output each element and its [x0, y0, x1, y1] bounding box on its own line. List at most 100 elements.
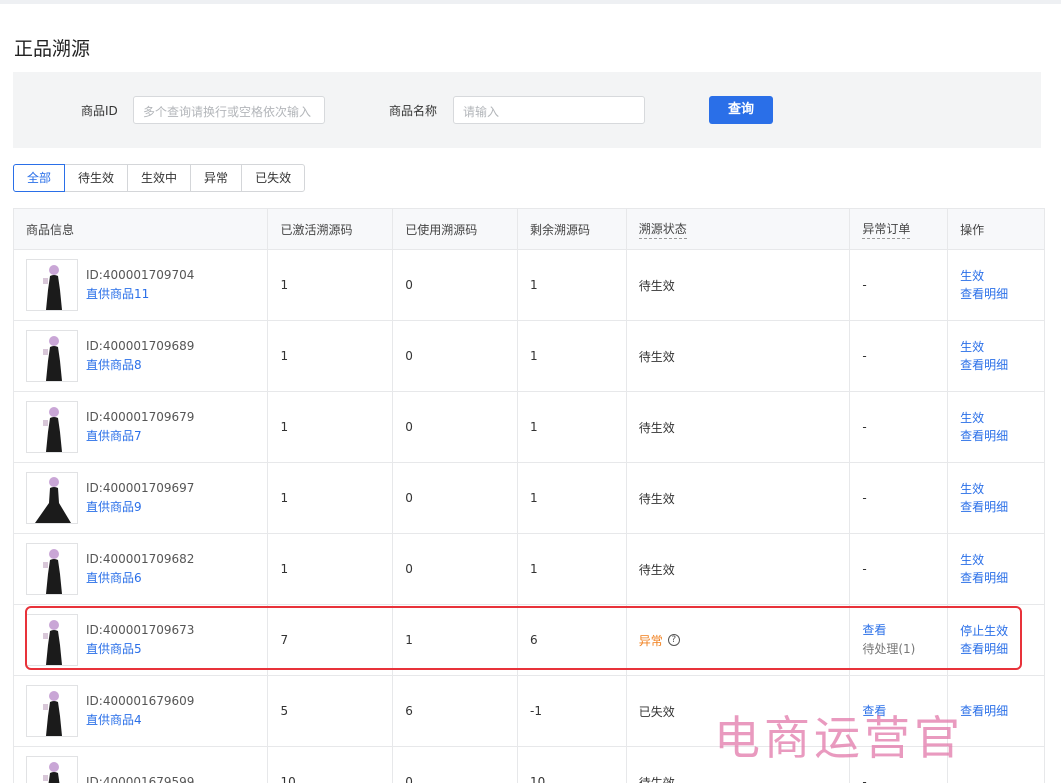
view-details-link[interactable]: 查看明细 — [960, 702, 1008, 720]
view-details-link[interactable]: 查看明细 — [960, 285, 1008, 303]
product-image — [26, 259, 78, 311]
activated-count: 1 — [268, 534, 394, 604]
filter-panel: 商品ID 多个查询请换行或空格依次输入 商品名称 请输入 查询 — [13, 72, 1041, 148]
product-image — [26, 756, 78, 783]
product-id: ID:400001709704 — [86, 268, 195, 282]
help-icon[interactable]: ? — [667, 634, 680, 646]
status-tabs: 全部 待生效 生效中 异常 已失效 — [13, 164, 306, 192]
activated-count: 1 — [268, 463, 394, 533]
tab-active[interactable]: 生效中 — [127, 164, 192, 192]
product-id: ID:400001709682 — [86, 552, 195, 566]
activated-count: 1 — [268, 321, 394, 391]
col-status-label: 溯源状态 — [638, 220, 687, 239]
product-id: ID:400001679599 — [86, 775, 195, 783]
used-count: 0 — [393, 747, 518, 783]
used-count: 0 — [393, 392, 518, 462]
activated-count: 1 — [268, 392, 394, 462]
pending-count: 待处理(1) — [862, 642, 916, 656]
activate-link[interactable]: 生效 — [960, 480, 1008, 498]
product-image — [26, 330, 78, 382]
product-id: ID:400001679609 — [86, 694, 195, 708]
status-abnormal: 异常? — [639, 632, 680, 649]
activate-link[interactable]: 生效 — [960, 267, 1008, 285]
view-details-link[interactable]: 查看明细 — [960, 356, 1008, 374]
product-name-link[interactable]: 直供商品4 — [86, 710, 194, 730]
view-details-link[interactable]: 查看明细 — [960, 427, 1008, 445]
remaining-count: 6 — [518, 605, 627, 675]
view-details-link[interactable]: 查看明细 — [960, 498, 1008, 516]
tab-expired[interactable]: 已失效 — [241, 164, 306, 192]
product-name-link[interactable]: 直供商品9 — [86, 497, 194, 517]
abnormal-orders: - — [850, 463, 949, 533]
col-remaining: 剩余溯源码 — [518, 209, 627, 249]
col-status: 溯源状态 — [627, 209, 851, 249]
table-row: ID:400001709704 直供商品11 1 0 1 待生效 - 生效 查看明细 — [14, 250, 1044, 321]
view-details-link[interactable]: 查看明细 — [960, 640, 1008, 658]
watermark: 电商运营官 — [714, 711, 964, 765]
used-count: 0 — [393, 250, 518, 320]
product-id-label: 商品ID — [81, 104, 118, 118]
activated-count: 10 — [268, 747, 394, 783]
tab-pending[interactable]: 待生效 — [64, 164, 129, 192]
col-abnormal-orders: 异常订单 — [850, 209, 949, 249]
product-image — [26, 472, 78, 524]
activated-count: 5 — [268, 676, 394, 746]
table-row: ID:400001709697 直供商品9 1 0 1 待生效 - 生效 查看明细 — [14, 463, 1044, 534]
used-count: 0 — [393, 463, 518, 533]
tab-abnormal[interactable]: 异常 — [190, 164, 243, 192]
col-abnormal-label: 异常订单 — [862, 220, 911, 239]
stop-activate-link[interactable]: 停止生效 — [960, 622, 1008, 640]
used-count: 0 — [393, 534, 518, 604]
used-count: 6 — [393, 676, 518, 746]
activated-count: 1 — [268, 250, 394, 320]
used-count: 0 — [393, 321, 518, 391]
product-name-link[interactable]: 直供商品8 — [86, 355, 194, 375]
activate-link[interactable]: 生效 — [960, 409, 1008, 427]
abnormal-orders: - — [850, 321, 949, 391]
status-text: 待生效 — [627, 321, 851, 391]
tab-all[interactable]: 全部 — [13, 164, 66, 192]
status-text: 待生效 — [627, 534, 851, 604]
product-name-link[interactable]: 直供商品5 — [86, 639, 194, 659]
product-name-link[interactable]: 直供商品6 — [86, 568, 194, 588]
product-id: ID:400001709679 — [86, 410, 195, 424]
search-button[interactable]: 查询 — [709, 96, 773, 124]
product-image — [26, 685, 78, 737]
page-title: 正品溯源 — [14, 38, 91, 60]
product-name-link[interactable]: 直供商品11 — [86, 284, 194, 304]
col-product-info: 商品信息 — [14, 209, 269, 249]
remaining-count: -1 — [518, 676, 627, 746]
product-id-input[interactable]: 多个查询请换行或空格依次输入 — [133, 96, 325, 124]
abnormal-orders: - — [850, 250, 949, 320]
product-name-link[interactable]: 直供商品7 — [86, 426, 194, 446]
abnormal-orders: - — [850, 534, 949, 604]
product-name-input[interactable]: 请输入 — [453, 96, 645, 124]
status-text: 待生效 — [627, 250, 851, 320]
view-details-link[interactable]: 查看明细 — [960, 569, 1008, 587]
product-id: ID:400001709697 — [86, 481, 195, 495]
col-activated: 已激活溯源码 — [268, 209, 394, 249]
table-header: 商品信息 已激活溯源码 已使用溯源码 剩余溯源码 溯源状态 异常订单 操作 — [14, 209, 1044, 250]
col-actions: 操作 — [960, 222, 985, 237]
activate-link[interactable]: 生效 — [960, 551, 1008, 569]
table-row: ID:400001709679 直供商品7 1 0 1 待生效 - 生效 查看明细 — [14, 392, 1044, 463]
table-row: ID:400001709682 直供商品6 1 0 1 待生效 - 生效 查看明细 — [14, 534, 1044, 605]
trace-table: 商品信息 已激活溯源码 已使用溯源码 剩余溯源码 溯源状态 异常订单 操作 ID… — [13, 208, 1045, 783]
col-used: 已使用溯源码 — [393, 209, 518, 249]
product-id: ID:400001709673 — [86, 623, 195, 637]
abnormal-orders: - — [850, 392, 949, 462]
remaining-count: 1 — [518, 534, 627, 604]
remaining-count: 1 — [518, 250, 627, 320]
product-image — [26, 401, 78, 453]
table-row: ID:400001709673 直供商品5 7 1 6 异常? 查看 待处理(1) … — [14, 605, 1044, 676]
activate-link[interactable]: 生效 — [960, 338, 1008, 356]
product-image — [26, 614, 78, 666]
remaining-count: 1 — [518, 321, 627, 391]
table-row: ID:400001709689 直供商品8 1 0 1 待生效 - 生效 查看明细 — [14, 321, 1044, 392]
status-text: 待生效 — [627, 392, 851, 462]
top-bar — [0, 0, 1061, 4]
remaining-count: 1 — [518, 392, 627, 462]
status-text: 待生效 — [627, 463, 851, 533]
remaining-count: 1 — [518, 463, 627, 533]
view-abnormal-link[interactable]: 查看 — [862, 621, 915, 639]
